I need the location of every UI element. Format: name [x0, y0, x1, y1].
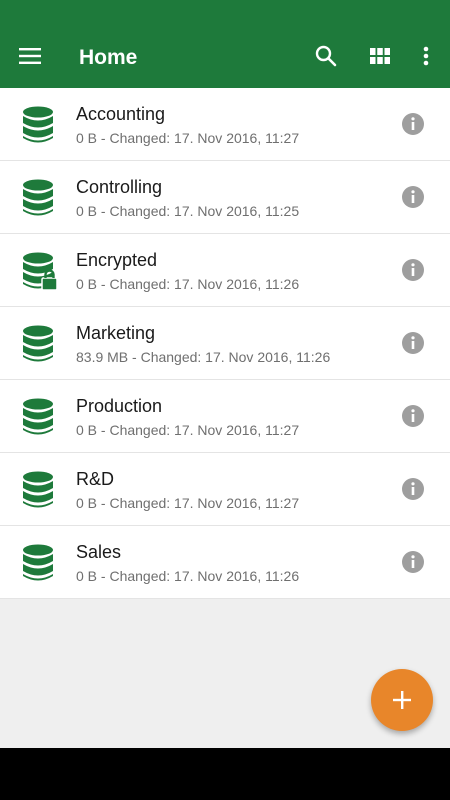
database-meta: 0 B - Changed: 17. Nov 2016, 11:25	[76, 203, 300, 219]
hamburger-menu-icon[interactable]	[10, 36, 50, 76]
database-name: Controlling	[76, 177, 163, 197]
database-meta: 0 B - Changed: 17. Nov 2016, 11:27	[76, 130, 300, 146]
add-button[interactable]	[371, 669, 433, 731]
database-lock-icon	[22, 252, 58, 291]
database-row[interactable]: Sales 0 B - Changed: 17. Nov 2016, 11:26	[0, 526, 450, 599]
search-icon[interactable]	[306, 36, 346, 76]
info-icon[interactable]	[401, 404, 425, 428]
database-row[interactable]: Controlling 0 B - Changed: 17. Nov 2016, …	[0, 161, 450, 234]
app-bar: Home	[0, 0, 450, 88]
system-navigation-bar	[0, 748, 450, 800]
database-icon	[22, 544, 58, 582]
database-meta: 0 B - Changed: 17. Nov 2016, 11:27	[76, 422, 300, 438]
database-meta: 0 B - Changed: 17. Nov 2016, 11:26	[76, 568, 300, 584]
info-icon[interactable]	[401, 258, 425, 282]
database-name: Sales	[76, 542, 122, 562]
database-row[interactable]: R&D 0 B - Changed: 17. Nov 2016, 11:27	[0, 453, 450, 526]
more-vert-icon[interactable]	[408, 36, 444, 76]
info-icon[interactable]	[401, 331, 425, 355]
info-icon[interactable]	[401, 112, 425, 136]
database-meta: 0 B - Changed: 17. Nov 2016, 11:27	[76, 495, 300, 511]
database-icon	[22, 325, 58, 363]
database-meta: 0 B - Changed: 17. Nov 2016, 11:26	[76, 276, 300, 292]
database-name: Marketing	[76, 323, 156, 343]
database-row[interactable]: Production 0 B - Changed: 17. Nov 2016, 1…	[0, 380, 450, 453]
database-row[interactable]: Accounting 0 B - Changed: 17. Nov 2016, 1…	[0, 88, 450, 161]
database-icon	[22, 398, 58, 436]
info-icon[interactable]	[401, 550, 425, 574]
database-meta: 83.9 MB - Changed: 17. Nov 2016, 11:26	[76, 349, 331, 365]
database-icon	[22, 471, 58, 509]
database-name: R&D	[76, 469, 115, 489]
database-icon	[22, 179, 58, 217]
add-icon	[393, 691, 411, 709]
database-name: Encrypted	[76, 250, 158, 270]
database-row[interactable]: Encrypted 0 B - Changed: 17. Nov 2016, 11…	[0, 234, 450, 307]
info-icon[interactable]	[401, 185, 425, 209]
database-icon	[22, 106, 58, 144]
database-list: Accounting 0 B - Changed: 17. Nov 2016, 1…	[0, 88, 450, 599]
info-icon[interactable]	[401, 477, 425, 501]
grid-view-icon[interactable]	[360, 36, 400, 76]
database-name: Accounting	[76, 104, 166, 124]
database-row[interactable]: Marketing 83.9 MB - Changed: 17. Nov 2016…	[0, 307, 450, 380]
page-title: Home	[79, 46, 138, 69]
database-name: Production	[76, 396, 163, 416]
